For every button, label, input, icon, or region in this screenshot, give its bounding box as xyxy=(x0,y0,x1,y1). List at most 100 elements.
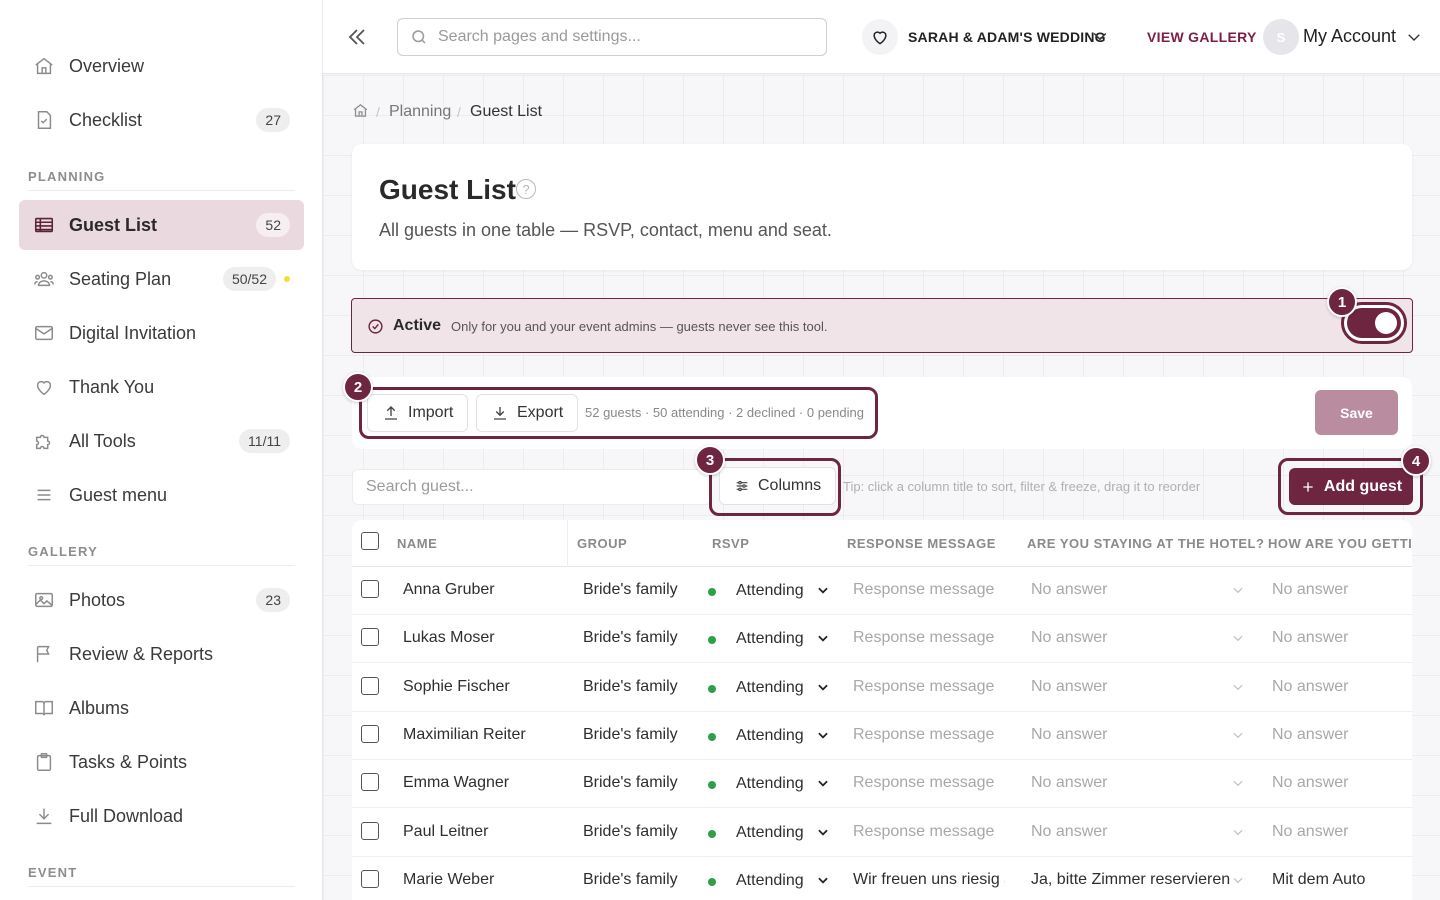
table-row[interactable]: Emma Wagner Bride's family Attending Respon… xyxy=(352,760,1412,809)
guest-name[interactable]: Emma Wagner xyxy=(403,774,509,792)
guest-name[interactable]: Anna Gruber xyxy=(403,581,495,599)
chevron-down-icon[interactable] xyxy=(1231,776,1245,790)
chevron-down-icon[interactable] xyxy=(1231,680,1245,694)
guest-name[interactable]: Maximilian Reiter xyxy=(403,726,526,744)
travel-answer[interactable]: No answer xyxy=(1272,726,1348,744)
import-button[interactable]: Import xyxy=(367,394,469,432)
chevron-down-icon[interactable] xyxy=(1231,583,1245,597)
search-input[interactable] xyxy=(438,28,808,46)
export-button[interactable]: Export xyxy=(476,394,579,432)
column-header-name[interactable]: NAME xyxy=(397,536,437,551)
row-checkbox[interactable] xyxy=(361,676,379,695)
response-message[interactable]: Wir freuen uns riesig a xyxy=(853,871,1005,889)
response-message[interactable]: Response message xyxy=(853,823,1005,841)
sidebar-item-review-reports[interactable]: Review & Reports xyxy=(19,629,304,679)
guest-group[interactable]: Bride's family xyxy=(583,823,678,841)
rsvp-select[interactable]: Attending xyxy=(736,582,804,600)
table-row[interactable]: Sophie Fischer Bride's family Attending Res… xyxy=(352,664,1412,712)
row-checkbox[interactable] xyxy=(361,869,379,888)
rsvp-select[interactable]: Attending xyxy=(736,727,804,745)
table-row[interactable]: Anna Gruber Bride's family Attending Respon… xyxy=(352,567,1412,615)
chevron-down-icon[interactable] xyxy=(816,631,830,645)
breadcrumb-planning[interactable]: Planning xyxy=(389,103,451,121)
travel-answer[interactable]: No answer xyxy=(1272,823,1348,841)
table-row[interactable]: Lukas Moser Bride's family Attending Respon… xyxy=(352,615,1412,664)
page-search[interactable] xyxy=(397,18,827,56)
rsvp-select[interactable]: Attending xyxy=(736,775,804,793)
response-message[interactable]: Response message xyxy=(853,726,1005,744)
travel-answer[interactable]: No answer xyxy=(1272,678,1348,696)
response-message[interactable]: Response message xyxy=(853,581,1005,599)
add-guest-button[interactable]: Add guest xyxy=(1289,468,1413,505)
response-message[interactable]: Response message xyxy=(853,774,1005,792)
sidebar-item-photos[interactable]: Photos 23 xyxy=(19,575,304,625)
chevron-down-icon[interactable] xyxy=(816,873,830,887)
rsvp-select[interactable]: Attending xyxy=(736,872,804,890)
hotel-answer[interactable]: No answer xyxy=(1031,823,1107,841)
chevron-down-icon[interactable] xyxy=(816,776,830,790)
guest-group[interactable]: Bride's family xyxy=(583,871,678,889)
guest-name[interactable]: Lukas Moser xyxy=(403,629,495,647)
view-gallery-link[interactable]: VIEW GALLERY xyxy=(1147,29,1257,45)
rsvp-select[interactable]: Attending xyxy=(736,824,804,842)
avatar[interactable]: S xyxy=(1263,19,1299,55)
sidebar-item-overview[interactable]: Overview xyxy=(19,41,304,91)
save-button[interactable]: Save xyxy=(1315,390,1398,435)
table-row[interactable]: Marie Weber Bride's family Attending Wir fr… xyxy=(352,857,1412,900)
guest-name[interactable]: Sophie Fischer xyxy=(403,678,510,696)
travel-answer[interactable]: No answer xyxy=(1272,581,1348,599)
row-checkbox[interactable] xyxy=(361,724,379,743)
table-row[interactable]: Paul Leitner Bride's family Attending Respo… xyxy=(352,809,1412,857)
response-message[interactable]: Response message xyxy=(853,629,1005,647)
chevron-down-icon[interactable] xyxy=(816,825,830,839)
column-header-group[interactable]: GROUP xyxy=(577,536,627,551)
guest-group[interactable]: Bride's family xyxy=(583,678,678,696)
guest-name[interactable]: Paul Leitner xyxy=(403,823,488,841)
double-chevron-left-icon[interactable] xyxy=(345,25,369,49)
sidebar-item-thank-you[interactable]: Thank You xyxy=(19,362,304,412)
chevron-down-icon[interactable] xyxy=(816,728,830,742)
hotel-answer[interactable]: No answer xyxy=(1031,726,1107,744)
chevron-down-icon[interactable] xyxy=(1231,728,1245,742)
hotel-answer[interactable]: No answer xyxy=(1031,581,1107,599)
row-checkbox[interactable] xyxy=(361,580,379,598)
guest-group[interactable]: Bride's family xyxy=(583,774,678,792)
response-message[interactable]: Response message xyxy=(853,678,1005,696)
guest-group[interactable]: Bride's family xyxy=(583,726,678,744)
rsvp-select[interactable]: Attending xyxy=(736,630,804,648)
travel-answer[interactable]: Mit dem Auto xyxy=(1272,871,1365,889)
chevron-down-icon[interactable] xyxy=(1231,631,1245,645)
hotel-answer[interactable]: No answer xyxy=(1031,678,1107,696)
column-header-travel[interactable]: HOW ARE YOU GETTIN xyxy=(1268,536,1412,551)
chevron-down-icon[interactable] xyxy=(1231,873,1245,887)
hotel-answer[interactable]: Ja, bitte Zimmer reservieren xyxy=(1031,871,1230,889)
row-checkbox[interactable] xyxy=(361,773,379,792)
guest-group[interactable]: Bride's family xyxy=(583,581,678,599)
column-header-response-message[interactable]: RESPONSE MESSAGE xyxy=(847,536,996,551)
chevron-down-icon[interactable] xyxy=(816,583,830,597)
column-header-hotel[interactable]: ARE YOU STAYING AT THE HOTEL? xyxy=(1027,536,1264,551)
sidebar-item-digital-invitation[interactable]: Digital Invitation xyxy=(19,308,304,358)
row-checkbox[interactable] xyxy=(361,821,379,840)
sidebar-item-tasks-points[interactable]: Tasks & Points xyxy=(19,737,304,787)
guest-group[interactable]: Bride's family xyxy=(583,629,678,647)
chevron-down-icon[interactable] xyxy=(1405,28,1423,46)
chevron-down-icon[interactable] xyxy=(1231,825,1245,839)
sidebar-item-checklist[interactable]: Checklist 27 xyxy=(19,95,304,145)
rsvp-select[interactable]: Attending xyxy=(736,679,804,697)
select-all-checkbox[interactable] xyxy=(361,532,379,550)
hotel-answer[interactable]: No answer xyxy=(1031,774,1107,792)
account-menu[interactable]: My Account xyxy=(1303,26,1396,47)
help-icon[interactable]: ? xyxy=(516,179,536,199)
event-selector[interactable]: SARAH & ADAM'S WEDDING xyxy=(908,29,1106,45)
sidebar-item-guest-menu[interactable]: Guest menu xyxy=(19,470,304,520)
columns-button[interactable]: Columns xyxy=(719,467,837,505)
row-checkbox[interactable] xyxy=(361,628,379,647)
column-header-rsvp[interactable]: RSVP xyxy=(712,536,749,551)
hotel-answer[interactable]: No answer xyxy=(1031,629,1107,647)
sidebar-item-all-tools[interactable]: All Tools 11/11 xyxy=(19,416,304,466)
chevron-down-icon[interactable] xyxy=(816,680,830,694)
travel-answer[interactable]: No answer xyxy=(1272,774,1348,792)
sidebar-item-full-download[interactable]: Full Download xyxy=(19,791,304,841)
sidebar-item-guest-list[interactable]: Guest List 52 xyxy=(19,200,304,250)
